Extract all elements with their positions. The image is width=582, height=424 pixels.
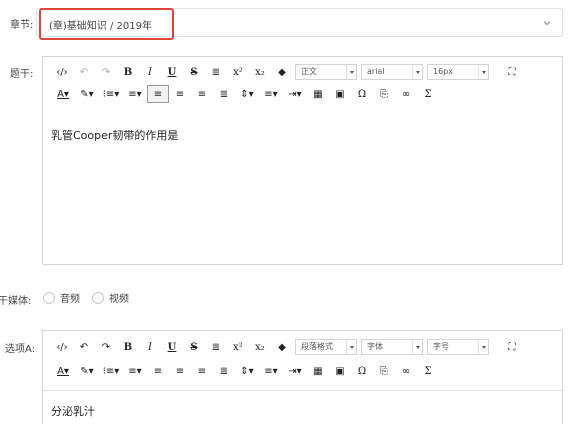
option-a-toolbar-row-1: ‹/› ↶ ↷ B I U S ≣ x² x₂ ◆ 段落格式 字体 字号 ⛶	[51, 337, 523, 357]
highlight-color-icon[interactable]: ✎▾	[75, 362, 99, 380]
bold-icon[interactable]: B	[117, 63, 139, 81]
option-a-editor: ‹/› ↶ ↷ B I U S ≣ x² x₂ ◆ 段落格式 字体 字号 ⛶ A…	[42, 330, 563, 424]
font-size-dropdown[interactable]: 16px	[427, 64, 489, 80]
font-size-dropdown[interactable]: 字号	[427, 339, 489, 355]
eraser-icon[interactable]: ◆	[271, 63, 293, 81]
strikethrough-icon[interactable]: S	[183, 338, 205, 356]
option-a-label: 选项A:	[5, 344, 36, 355]
stem-label: 题干:	[10, 69, 34, 80]
superscript-icon[interactable]: x²	[227, 338, 249, 356]
align-right-icon[interactable]: ≡	[191, 362, 213, 380]
indent-icon[interactable]: ⇥▾	[283, 362, 307, 380]
align-justify-icon[interactable]: ≣	[205, 63, 227, 81]
stem-media-label: 干媒体:	[0, 296, 32, 307]
indent-icon[interactable]: ⇥▾	[283, 85, 307, 103]
special-char-icon[interactable]: Ω	[351, 85, 373, 103]
table-icon[interactable]: ▦	[307, 362, 329, 380]
source-code-icon[interactable]: ‹/›	[51, 338, 73, 356]
stem-toolbar-row-1: ‹/› ↶ ↷ B I U S ≣ x² x₂ ◆ 正文 arial 16px …	[51, 62, 523, 82]
stem-toolbar-row-2: A▾ ✎▾ ⁝≡▾ ≡▾ ≡ ≡ ≡ ≣ ⇕▾ ≡▾ ⇥▾ ▦ ▣ Ω ⎘ ∞ …	[51, 84, 439, 104]
radio-video-label: 视频	[109, 294, 129, 305]
formula-icon[interactable]: Σ	[417, 85, 439, 103]
underline-icon[interactable]: U	[161, 338, 183, 356]
bulleted-list-icon[interactable]: ≡▾	[123, 362, 147, 380]
paste-icon[interactable]: ⎘	[373, 85, 395, 103]
stem-content[interactable]: 乳管Cooper韧带的作用是	[51, 127, 178, 143]
numbered-list-icon[interactable]: ⁝≡▾	[99, 362, 123, 380]
source-code-icon[interactable]: ‹/›	[51, 63, 73, 81]
link-icon[interactable]: ∞	[395, 85, 417, 103]
align-full-icon[interactable]: ≣	[213, 362, 235, 380]
align-left-icon[interactable]: ≡	[147, 85, 169, 103]
formula-icon[interactable]: Σ	[417, 362, 439, 380]
paragraph-format-value: 正文	[301, 67, 317, 76]
undo-icon[interactable]: ↶	[73, 338, 95, 356]
chevron-down-icon	[543, 21, 551, 26]
option-a-content[interactable]: 分泌乳汁	[51, 403, 95, 419]
highlight-color-icon[interactable]: ✎▾	[75, 85, 99, 103]
align-center-icon[interactable]: ≡	[169, 85, 191, 103]
line-height-icon[interactable]: ⇕▾	[235, 85, 259, 103]
line-height-icon[interactable]: ⇕▾	[235, 362, 259, 380]
paragraph-format-value: 段落格式	[301, 342, 333, 351]
align-justify-icon[interactable]: ≣	[205, 338, 227, 356]
link-icon[interactable]: ∞	[395, 362, 417, 380]
undo-icon[interactable]: ↶	[73, 63, 95, 81]
image-icon[interactable]: ▣	[329, 85, 351, 103]
align-full-icon[interactable]: ≣	[213, 85, 235, 103]
superscript-icon[interactable]: x²	[227, 63, 249, 81]
font-size-value: 字号	[433, 342, 449, 351]
chapter-highlight	[39, 8, 174, 40]
radio-video[interactable]	[92, 291, 104, 304]
align-left-icon[interactable]: ≡	[147, 362, 169, 380]
option-a-toolbar-row-2: A▾ ✎▾ ⁝≡▾ ≡▾ ≡ ≡ ≡ ≣ ⇕▾ ≡▾ ⇥▾ ▦ ▣ Ω ⎘ ∞ …	[51, 361, 439, 381]
font-color-icon[interactable]: A▾	[51, 362, 75, 380]
fullscreen-icon[interactable]: ⛶	[501, 338, 523, 356]
chapter-label: 章节:	[10, 20, 34, 31]
radio-audio-label: 音频	[60, 294, 80, 305]
font-size-value: 16px	[433, 67, 453, 76]
radio-audio[interactable]	[43, 291, 55, 304]
paragraph-spacing-icon[interactable]: ≡▾	[259, 85, 283, 103]
redo-icon[interactable]: ↷	[95, 63, 117, 81]
font-family-dropdown[interactable]: arial	[361, 64, 423, 80]
paragraph-format-dropdown[interactable]: 段落格式	[295, 339, 357, 355]
italic-icon[interactable]: I	[139, 63, 161, 81]
subscript-icon[interactable]: x₂	[249, 338, 271, 356]
bulleted-list-icon[interactable]: ≡▾	[123, 85, 147, 103]
font-family-value: 字体	[367, 342, 383, 351]
paragraph-spacing-icon[interactable]: ≡▾	[259, 362, 283, 380]
toolbar-divider	[43, 390, 562, 391]
stem-media-radio-group: 音频 视频	[43, 290, 129, 305]
underline-icon[interactable]: U	[161, 63, 183, 81]
font-family-dropdown[interactable]: 字体	[361, 339, 423, 355]
special-char-icon[interactable]: Ω	[351, 362, 373, 380]
italic-icon[interactable]: I	[139, 338, 161, 356]
fullscreen-icon[interactable]: ⛶	[501, 63, 523, 81]
strikethrough-icon[interactable]: S	[183, 63, 205, 81]
redo-icon[interactable]: ↷	[95, 338, 117, 356]
subscript-icon[interactable]: x₂	[249, 63, 271, 81]
table-icon[interactable]: ▦	[307, 85, 329, 103]
paragraph-format-dropdown[interactable]: 正文	[295, 64, 357, 80]
font-color-icon[interactable]: A▾	[51, 85, 75, 103]
eraser-icon[interactable]: ◆	[271, 338, 293, 356]
align-right-icon[interactable]: ≡	[191, 85, 213, 103]
numbered-list-icon[interactable]: ⁝≡▾	[99, 85, 123, 103]
paste-icon[interactable]: ⎘	[373, 362, 395, 380]
image-icon[interactable]: ▣	[329, 362, 351, 380]
stem-editor: ‹/› ↶ ↷ B I U S ≣ x² x₂ ◆ 正文 arial 16px …	[42, 56, 563, 265]
font-family-value: arial	[367, 67, 385, 76]
bold-icon[interactable]: B	[117, 338, 139, 356]
align-center-icon[interactable]: ≡	[169, 362, 191, 380]
